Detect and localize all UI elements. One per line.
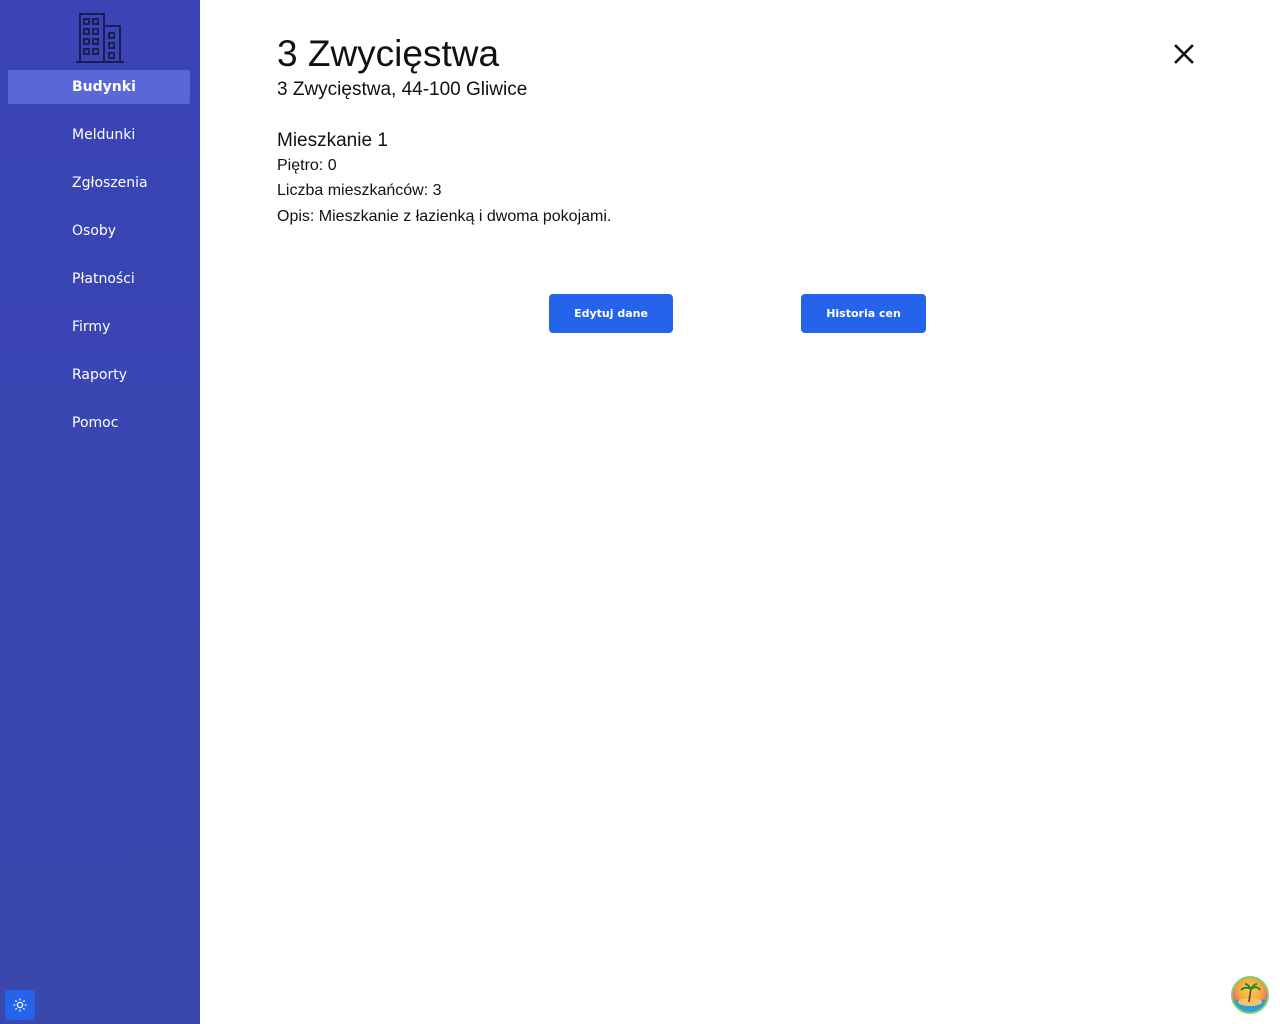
- apartment-residents: Liczba mieszkańców: 3: [277, 182, 442, 199]
- sidebar-item-budynki[interactable]: Budynki: [8, 70, 190, 104]
- sun-icon: [13, 998, 27, 1012]
- sidebar-item-platnosci[interactable]: Płatności: [8, 262, 190, 296]
- close-icon: [1174, 44, 1194, 64]
- building-icon[interactable]: [76, 10, 124, 64]
- sidebar-item-pomoc[interactable]: Pomoc: [8, 406, 190, 440]
- price-history-button[interactable]: Historia cen: [801, 294, 926, 333]
- page-title: 3 Zwycięstwa: [277, 33, 500, 74]
- sidebar-item-osoby[interactable]: Osoby: [8, 214, 190, 248]
- avatar[interactable]: [1231, 976, 1269, 1014]
- sidebar: Budynki Meldunki Zgłoszenia Osoby Płatno…: [0, 0, 200, 1024]
- theme-toggle-button[interactable]: [5, 990, 35, 1020]
- palm-beach-icon: [1233, 983, 1267, 1012]
- sidebar-item-firmy[interactable]: Firmy: [8, 310, 190, 344]
- apartment-title: Mieszkanie 1: [277, 130, 388, 151]
- edit-data-button[interactable]: Edytuj dane: [549, 294, 673, 333]
- sidebar-item-meldunki[interactable]: Meldunki: [8, 118, 190, 152]
- sidebar-nav: Budynki Meldunki Zgłoszenia Osoby Płatno…: [0, 70, 200, 454]
- close-button[interactable]: [1171, 41, 1197, 67]
- apartment-floor: Piętro: 0: [277, 157, 337, 174]
- building-address: 3 Zwycięstwa, 44-100 Gliwice: [277, 79, 528, 100]
- sidebar-item-zgloszenia[interactable]: Zgłoszenia: [8, 166, 190, 200]
- apartment-description: Opis: Mieszkanie z łazienką i dwoma poko…: [277, 208, 612, 225]
- sidebar-item-raporty[interactable]: Raporty: [8, 358, 190, 392]
